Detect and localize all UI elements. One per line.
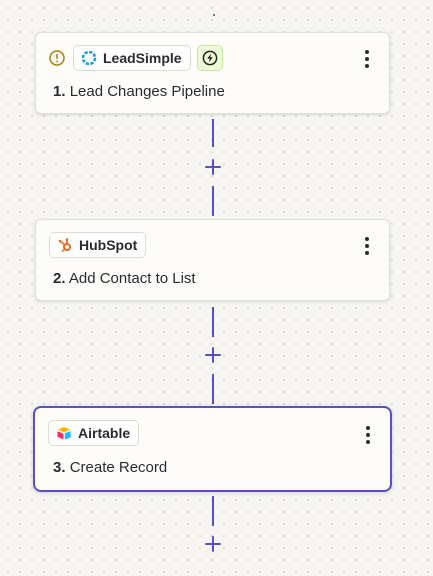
app-name: Airtable — [78, 425, 131, 441]
step-number: 2. — [53, 270, 66, 287]
add-step-plus-icon[interactable] — [203, 534, 223, 554]
add-step-plus-icon[interactable] — [203, 157, 223, 177]
app-chip-leadsimple[interactable]: LeadSimple — [73, 45, 191, 71]
canvas-start-dot — [213, 14, 215, 16]
airtable-logo-icon — [57, 427, 71, 440]
step-3-title: 3. Create Record — [53, 459, 167, 476]
connector-line — [212, 186, 214, 216]
step-2-header: HubSpot — [49, 232, 147, 258]
more-vertical-icon — [365, 237, 369, 241]
step-card-3[interactable]: Airtable 3. Create Record — [33, 406, 392, 492]
trigger-badge — [196, 45, 223, 71]
connector-line — [212, 374, 214, 404]
step-2-title: 2. Add Contact to List — [53, 270, 196, 287]
step-3-menu-button[interactable] — [360, 424, 376, 446]
warning-icon[interactable] — [49, 50, 65, 66]
add-step-plus-icon[interactable] — [203, 345, 223, 365]
step-number: 3. — [53, 459, 66, 476]
step-1-header: LeadSimple — [49, 45, 223, 71]
app-name: HubSpot — [79, 237, 138, 253]
more-vertical-icon — [366, 426, 370, 430]
connector-line — [212, 496, 214, 526]
step-2-menu-button[interactable] — [359, 235, 375, 257]
leadsimple-logo-icon — [81, 50, 97, 66]
lightning-bolt-icon — [202, 50, 217, 66]
app-chip-airtable[interactable]: Airtable — [48, 420, 140, 446]
app-chip-hubspot[interactable]: HubSpot — [49, 232, 147, 258]
step-1-menu-button[interactable] — [359, 48, 375, 70]
step-name: Lead Changes Pipeline — [69, 83, 225, 100]
app-name: LeadSimple — [103, 50, 182, 66]
hubspot-logo-icon — [58, 238, 71, 253]
step-card-1[interactable]: LeadSimple 1. Lead Changes Pipeline — [35, 32, 390, 114]
connector-line — [212, 307, 214, 337]
step-name: Create Record — [69, 459, 168, 476]
step-card-2[interactable]: HubSpot 2. Add Contact to List — [35, 219, 390, 301]
step-3-header: Airtable — [48, 420, 140, 446]
step-number: 1. — [53, 83, 66, 100]
step-name: Add Contact to List — [68, 270, 196, 287]
step-1-title: 1. Lead Changes Pipeline — [53, 83, 225, 100]
connector-line — [212, 119, 214, 147]
more-vertical-icon — [365, 50, 369, 54]
